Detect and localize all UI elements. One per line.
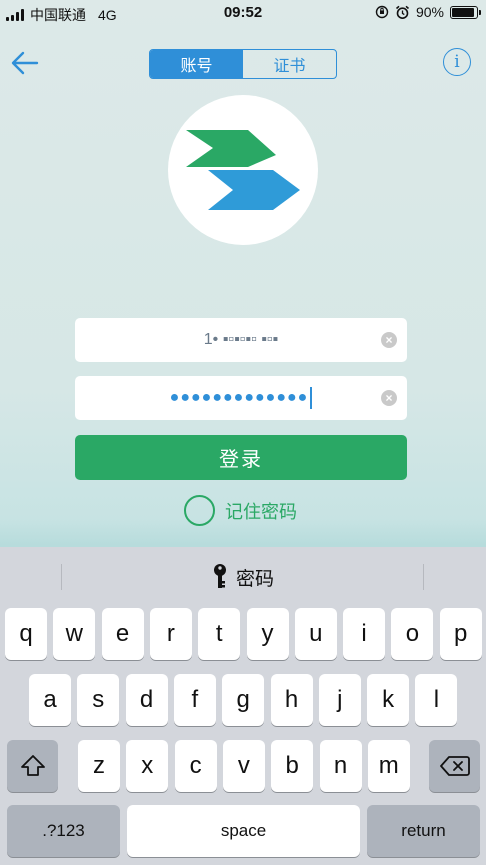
key-h[interactable]: h (270, 674, 313, 726)
key-x[interactable]: x (126, 740, 169, 792)
checkbox-circle-icon[interactable] (184, 495, 215, 526)
suggestion-word: 密码 (235, 568, 274, 590)
key-w[interactable]: w (53, 608, 96, 660)
key-p[interactable]: p (439, 608, 482, 660)
login-button[interactable]: 登录 (75, 435, 407, 480)
info-icon[interactable]: i (443, 48, 471, 76)
numbers-key[interactable]: .?123 (7, 805, 120, 857)
key-z[interactable]: z (78, 740, 120, 792)
battery-percent: 90% (415, 4, 444, 20)
key-s[interactable]: s (77, 674, 120, 726)
back-button[interactable] (10, 48, 40, 78)
password-suggestion[interactable]: 密码 (0, 563, 486, 591)
password-input[interactable]: ●●●●●●●●●●●●● (75, 376, 407, 420)
battery-fill (452, 7, 474, 17)
status-right: 90% (375, 4, 481, 20)
key-u[interactable]: u (294, 608, 337, 660)
tab-account[interactable]: 账号 (150, 50, 243, 78)
suggestion-bar: 密码 (0, 547, 486, 605)
password-dots: ●●●●●●●●●●●●● (169, 389, 309, 406)
orientation-lock-icon (375, 5, 389, 19)
key-b[interactable]: b (271, 740, 314, 792)
backspace-icon (439, 756, 470, 776)
battery-icon (450, 5, 481, 19)
key-i[interactable]: i (343, 608, 386, 660)
app-logo (168, 95, 318, 245)
key-icon (213, 564, 226, 588)
password-field[interactable]: ●●●●●●●●●●●●● × (75, 376, 407, 420)
back-arrow-icon (11, 51, 39, 75)
shift-key[interactable] (7, 740, 58, 792)
key-f[interactable]: f (173, 674, 216, 726)
alarm-icon (395, 5, 409, 19)
keyboard: 密码 qwertyuiop asdfghjkl zxcvbnm .?123 sp… (0, 547, 486, 865)
key-t[interactable]: t (198, 608, 241, 660)
space-key[interactable]: space (127, 805, 360, 857)
shift-icon (20, 755, 45, 776)
return-key[interactable]: return (367, 805, 480, 857)
key-o[interactable]: o (391, 608, 434, 660)
key-q[interactable]: q (5, 608, 47, 660)
key-m[interactable]: m (367, 740, 410, 792)
key-l[interactable]: l (415, 674, 458, 726)
username-input[interactable] (75, 318, 407, 362)
app-logo-mark (186, 130, 300, 210)
clear-password-icon[interactable]: × (381, 390, 397, 406)
username-field[interactable]: × (75, 318, 407, 362)
key-n[interactable]: n (319, 740, 362, 792)
login-type-tabs: 账号 证书 (149, 49, 337, 79)
key-d[interactable]: d (125, 674, 168, 726)
key-k[interactable]: k (367, 674, 410, 726)
status-bar: 中国联通 4G 09:52 90% (0, 0, 486, 26)
text-caret (310, 387, 313, 409)
key-e[interactable]: e (101, 608, 144, 660)
tab-certificate[interactable]: 证书 (243, 50, 336, 78)
key-v[interactable]: v (222, 740, 265, 792)
key-j[interactable]: j (318, 674, 361, 726)
backspace-key[interactable] (429, 740, 480, 792)
key-y[interactable]: y (246, 608, 289, 660)
remember-label: 记住密码 (225, 501, 297, 522)
key-r[interactable]: r (149, 608, 192, 660)
key-g[interactable]: g (222, 674, 265, 726)
key-a[interactable]: a (29, 674, 71, 726)
remember-password-toggle[interactable]: 记住密码 (184, 495, 297, 526)
info-symbol: i (454, 52, 460, 72)
key-c[interactable]: c (174, 740, 217, 792)
clear-username-icon[interactable]: × (381, 332, 397, 348)
